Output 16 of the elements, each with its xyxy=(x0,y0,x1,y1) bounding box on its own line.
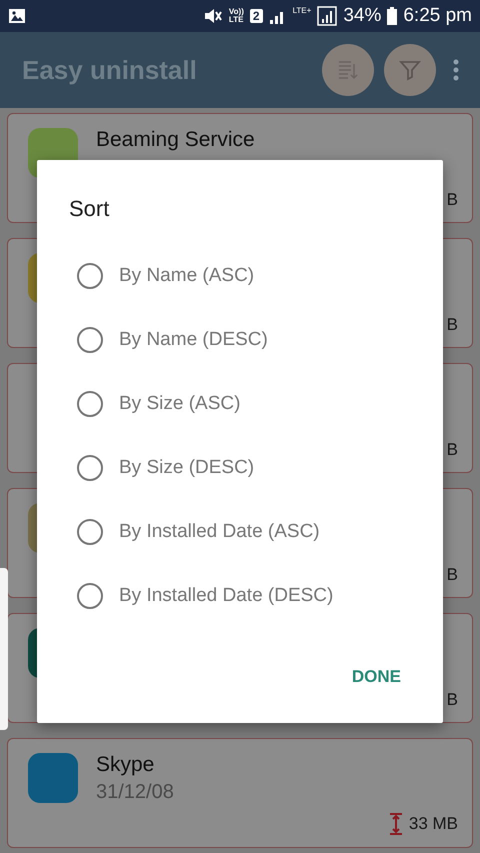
network-label: LTE+ xyxy=(292,6,312,15)
app-size: B xyxy=(446,190,458,210)
clock: 6:25 pm xyxy=(403,5,472,27)
dialog-title: Sort xyxy=(69,196,110,222)
app-title: Easy uninstall xyxy=(22,54,198,86)
app-size: B xyxy=(446,690,458,710)
app-size: 33 MB xyxy=(408,814,458,834)
battery-percent: 34% xyxy=(343,5,382,27)
install-date: 31/12/08 xyxy=(96,781,175,804)
app-name: Skype xyxy=(96,753,156,777)
app-name: Beaming Service xyxy=(96,128,256,152)
app-size: B xyxy=(446,565,458,585)
volte-label: Vo)) LTE xyxy=(228,8,244,24)
sim-badge: 2 xyxy=(250,9,263,23)
app-size: B xyxy=(446,440,458,460)
app-size: B xyxy=(446,315,458,335)
